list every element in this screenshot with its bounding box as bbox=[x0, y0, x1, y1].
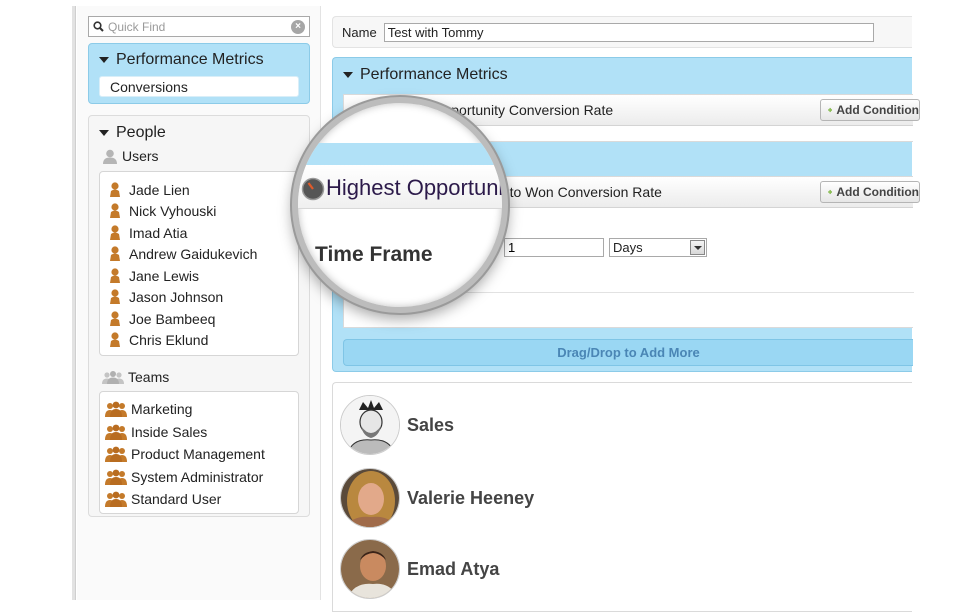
magnified-card-title: Highest Opportuni bbox=[326, 175, 504, 200]
users-heading: Users bbox=[102, 148, 159, 164]
team-item[interactable]: Inside Sales bbox=[100, 421, 298, 444]
quick-find-input[interactable] bbox=[108, 19, 291, 34]
team-item[interactable]: Standard User bbox=[100, 488, 298, 511]
add-condition-button[interactable]: Add Condition bbox=[820, 99, 920, 121]
people-panel: Sales Valerie Heeney Emad Atya bbox=[332, 382, 912, 612]
person-item[interactable]: Sales bbox=[340, 395, 454, 455]
caret-down-icon bbox=[99, 57, 109, 63]
people-title: People bbox=[116, 124, 166, 141]
user-icon bbox=[110, 268, 120, 283]
person-name: Valerie Heeney bbox=[407, 487, 535, 508]
team-item[interactable]: System Administrator bbox=[100, 466, 298, 489]
sidebar-item-conversions[interactable]: Conversions bbox=[99, 76, 299, 97]
gauge-icon bbox=[301, 177, 325, 201]
plus-icon bbox=[828, 108, 833, 112]
team-item[interactable]: Marketing bbox=[100, 398, 298, 421]
name-label: Name bbox=[342, 24, 377, 40]
person-item[interactable]: Emad Atya bbox=[340, 539, 499, 599]
user-icon bbox=[110, 225, 120, 240]
user-icon bbox=[110, 203, 120, 219]
sidebar: × Performance Metrics Conversions People… bbox=[77, 6, 321, 600]
name-bar: Name bbox=[332, 16, 912, 48]
user-item[interactable]: Jade Lien bbox=[100, 179, 298, 201]
magnified-time-frame-label: Time Frame bbox=[315, 243, 433, 266]
time-frame-unit-select[interactable]: Days bbox=[609, 237, 707, 257]
team-item[interactable]: Product Management bbox=[100, 443, 298, 466]
person-name: Emad Atya bbox=[407, 558, 500, 579]
performance-metrics-panel-title: Performance Metrics bbox=[360, 66, 508, 83]
name-input[interactable] bbox=[383, 22, 874, 42]
people-section: People Users Jade Lien Nick Vyhouski Ima… bbox=[88, 115, 310, 517]
magnifier-lens: Highest Opportuni Time Frame bbox=[292, 97, 508, 313]
plus-icon bbox=[828, 190, 833, 194]
caret-down-icon bbox=[343, 72, 353, 78]
search-icon bbox=[93, 21, 104, 32]
clear-icon[interactable]: × bbox=[291, 19, 305, 34]
team-silhouette-icon bbox=[102, 371, 124, 384]
drag-drop-zone[interactable]: Drag/Drop to Add More bbox=[343, 339, 913, 366]
user-icon bbox=[110, 246, 120, 262]
performance-metrics-toggle[interactable]: Performance Metrics bbox=[99, 51, 264, 69]
user-icon bbox=[110, 289, 120, 305]
people-toggle[interactable]: People bbox=[99, 124, 166, 142]
team-icon bbox=[105, 424, 127, 440]
user-item[interactable]: Imad Atia bbox=[100, 222, 298, 244]
user-icon bbox=[110, 182, 120, 197]
person-item[interactable]: Valerie Heeney bbox=[340, 468, 534, 528]
team-icon bbox=[105, 401, 127, 418]
team-icon bbox=[105, 491, 127, 508]
dropdown-arrow-icon[interactable] bbox=[690, 239, 705, 255]
teams-heading: Teams bbox=[102, 369, 169, 385]
user-icon bbox=[110, 332, 120, 348]
time-frame-value-input[interactable] bbox=[504, 237, 604, 257]
user-item[interactable]: Chris Eklund bbox=[100, 330, 298, 352]
teams-list: Marketing Inside Sales Product Managemen… bbox=[99, 391, 299, 514]
app-window: × Performance Metrics Conversions People… bbox=[0, 0, 960, 612]
performance-metrics-panel-toggle[interactable]: Performance Metrics bbox=[343, 66, 508, 84]
avatar bbox=[340, 395, 400, 455]
user-icon bbox=[110, 311, 120, 326]
user-item[interactable]: Andrew Gaidukevich bbox=[100, 244, 298, 266]
user-item[interactable]: Nick Vyhouski bbox=[100, 201, 298, 223]
performance-metrics-section: Performance Metrics Conversions bbox=[88, 43, 310, 104]
team-icon bbox=[105, 446, 127, 463]
team-icon bbox=[105, 469, 127, 485]
person-name: Sales bbox=[407, 414, 455, 435]
user-silhouette-icon bbox=[103, 149, 117, 164]
window-edge bbox=[72, 6, 76, 600]
quick-find-field[interactable]: × bbox=[88, 16, 310, 37]
add-condition-button[interactable]: Add Condition bbox=[820, 181, 920, 203]
magnified-panel-strip bbox=[298, 143, 502, 165]
avatar bbox=[340, 539, 400, 599]
user-item[interactable]: Jane Lewis bbox=[100, 265, 298, 287]
user-item[interactable]: Jason Johnson bbox=[100, 287, 298, 309]
caret-down-icon bbox=[99, 130, 109, 136]
performance-metrics-title: Performance Metrics bbox=[116, 51, 264, 68]
user-item[interactable]: Joe Bambeeq bbox=[100, 308, 298, 330]
users-list: Jade Lien Nick Vyhouski Imad Atia Andrew… bbox=[99, 171, 299, 356]
avatar bbox=[340, 468, 400, 528]
